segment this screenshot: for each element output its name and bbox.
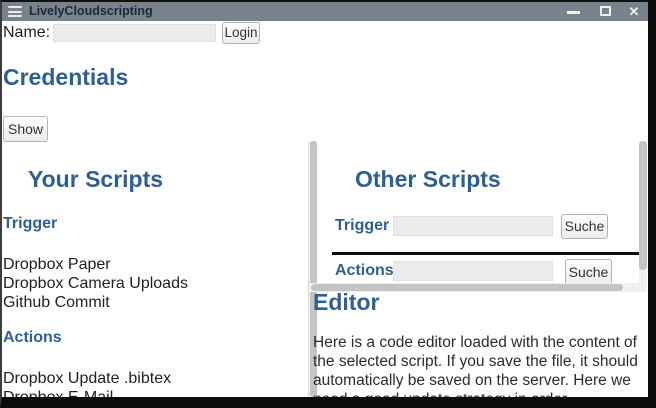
close-icon[interactable]: ✕ [625, 2, 643, 21]
menu-icon[interactable] [8, 6, 22, 17]
script-list-item[interactable]: Dropbox Paper [3, 255, 188, 274]
window-content: LivelyCloudscripting ✕ Name: Login Crede… [2, 2, 648, 397]
script-list-item[interactable]: Github Commit [3, 293, 188, 312]
right-panel-horizontal-scrollbar[interactable] [310, 283, 639, 292]
editor-heading: Editor [313, 289, 379, 315]
your-scripts-heading: Your Scripts [28, 166, 163, 192]
trigger-search-button[interactable]: Suche [561, 214, 608, 239]
section-divider [332, 252, 639, 255]
right-panel-vertical-scrollbar[interactable] [639, 141, 647, 283]
script-list-item[interactable]: Dropbox Camera Uploads [3, 274, 188, 293]
other-scripts-heading: Other Scripts [355, 166, 501, 192]
your-trigger-list: Dropbox PaperDropbox Camera UploadsGithu… [3, 255, 188, 312]
your-actions-list: Dropbox Update .bibtexDropbox E-Mail [3, 369, 171, 397]
actions-search-input[interactable] [393, 261, 553, 281]
title-bar[interactable]: LivelyCloudscripting ✕ [2, 2, 648, 21]
show-credentials-button[interactable]: Show [3, 116, 48, 142]
maximize-button[interactable] [597, 2, 615, 21]
scrollbar-thumb[interactable] [311, 284, 623, 291]
editor-description: Here is a code editor loaded with the co… [313, 333, 648, 397]
other-trigger-label: Trigger [335, 216, 389, 235]
credentials-heading: Credentials [3, 64, 128, 90]
name-label: Name: [3, 23, 50, 42]
script-list-item[interactable]: Dropbox E-Mail [3, 388, 171, 397]
minimize-button[interactable] [565, 2, 583, 21]
app-window: LivelyCloudscripting ✕ Name: Login Crede… [0, 0, 656, 408]
window-title: LivelyCloudscripting [29, 2, 153, 21]
your-actions-heading: Actions [3, 328, 62, 347]
your-trigger-heading: Trigger [3, 214, 57, 233]
scrollbar-thumb[interactable] [639, 141, 647, 270]
name-input[interactable] [53, 24, 216, 42]
other-actions-label: Actions [335, 261, 394, 280]
script-list-item[interactable]: Dropbox Update .bibtex [3, 369, 171, 388]
scrollbar-corner [639, 283, 647, 292]
trigger-search-input[interactable] [393, 216, 553, 236]
actions-search-button[interactable]: Suche [565, 259, 612, 285]
login-button[interactable]: Login [222, 22, 260, 44]
